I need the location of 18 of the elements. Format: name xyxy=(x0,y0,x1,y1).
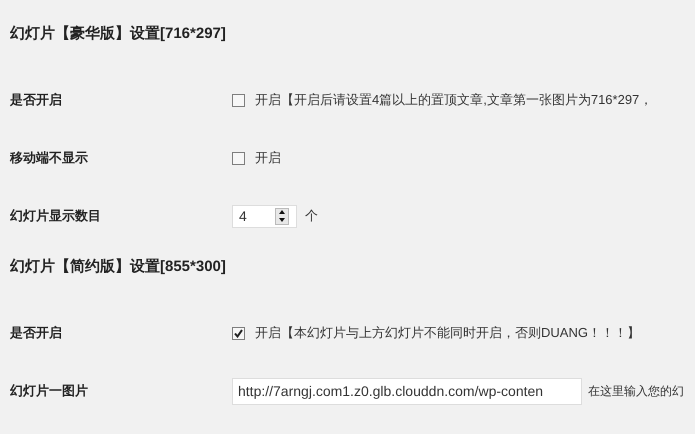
checkbox-label: 开启【开启后请设置4篇以上的置顶文章,文章第一张图片为716*297， xyxy=(255,91,652,110)
number-field[interactable]: 4 xyxy=(232,204,297,228)
setting-label: 幻灯片显示数目 xyxy=(10,207,102,226)
setting-label: 是否开启 xyxy=(10,91,63,110)
checkbox[interactable] xyxy=(232,326,245,340)
field-hint: 在这里输入您的幻 xyxy=(588,383,684,400)
setting-label: 幻灯片一图片 xyxy=(10,382,89,400)
section-title: 幻灯片【简约版】设置[855*300] xyxy=(10,257,227,277)
checkbox[interactable] xyxy=(232,152,245,164)
checkbox-label: 开启 xyxy=(255,149,281,168)
section-title: 幻灯片【豪华版】设置[716*297] xyxy=(10,24,227,44)
unit-label: 个 xyxy=(305,207,318,226)
url-field[interactable]: http://7arngj.com1.z0.glb.clouddn.com/wp-conten xyxy=(232,378,582,404)
checkbox[interactable] xyxy=(232,94,245,106)
setting-label: 移动端不显示 xyxy=(10,149,89,168)
spinner-icon[interactable] xyxy=(275,208,289,224)
setting-label: 是否开启 xyxy=(10,324,63,342)
checkbox-label: 开启【本幻灯片与上方幻灯片不能同时开启，否则DUANG！！！】 xyxy=(255,324,640,342)
